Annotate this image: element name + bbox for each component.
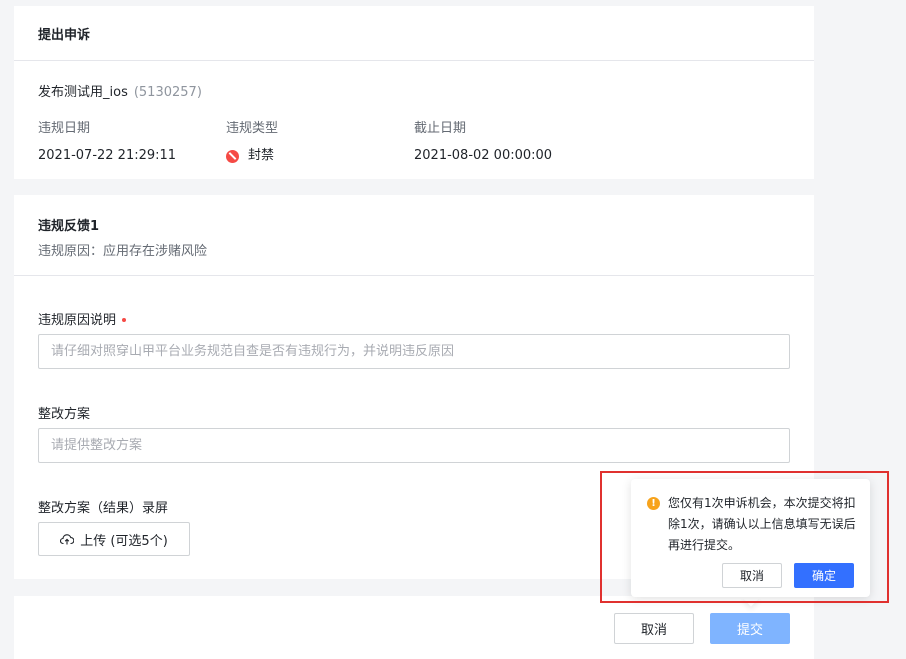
deadline-label: 截止日期 (414, 121, 467, 136)
explain-label-row: 违规原因说明 (38, 309, 127, 328)
plan-label: 整改方案 (38, 407, 91, 422)
explain-input[interactable] (38, 334, 790, 369)
app-id: (5130257) (133, 85, 202, 100)
appeal-info-card: 提出申诉 发布测试用_ios (5130257) 违规日期 2021-07-22 … (14, 6, 814, 179)
violation-date: 违规日期 2021-07-22 21:29:11 (38, 119, 176, 165)
violation-type: 违规类型 封禁 (226, 119, 278, 165)
plan-input[interactable] (38, 428, 790, 463)
explain-label: 违规原因说明 (38, 313, 117, 328)
appeal-page: 提出申诉 发布测试用_ios (5130257) 违规日期 2021-07-22 … (0, 0, 906, 659)
divider (14, 275, 814, 276)
record-label: 整改方案（结果）录屏 (38, 501, 169, 516)
feedback-title: 违规反馈1 (38, 219, 100, 234)
required-dot (122, 317, 127, 322)
ban-icon (226, 149, 239, 163)
submit-button[interactable]: 提交 (710, 613, 790, 644)
highlight-box (600, 471, 889, 603)
upload-button[interactable]: 上传 (可选5个) (38, 522, 190, 556)
cancel-button[interactable]: 取消 (614, 613, 694, 644)
action-bar: 取消 提交 (14, 596, 814, 659)
deadline: 截止日期 2021-08-02 00:00:00 (414, 119, 552, 165)
upload-label: 上传 (可选5个) (80, 533, 168, 549)
violation-date-value: 2021-07-22 21:29:11 (38, 148, 177, 163)
violation-date-label: 违规日期 (38, 121, 91, 136)
feedback-reason: 违规原因：应用存在涉赌风险 (38, 244, 208, 259)
cloud-upload-icon (60, 534, 75, 545)
app-info: 发布测试用_ios (5130257) (38, 81, 202, 100)
violation-type-value: 封禁 (248, 148, 275, 163)
app-name: 发布测试用_ios (38, 85, 128, 100)
page-title: 提出申诉 (14, 6, 814, 61)
deadline-value: 2021-08-02 00:00:00 (414, 148, 553, 163)
violation-type-value-row: 封禁 (226, 147, 278, 165)
violation-type-label: 违规类型 (226, 121, 279, 136)
